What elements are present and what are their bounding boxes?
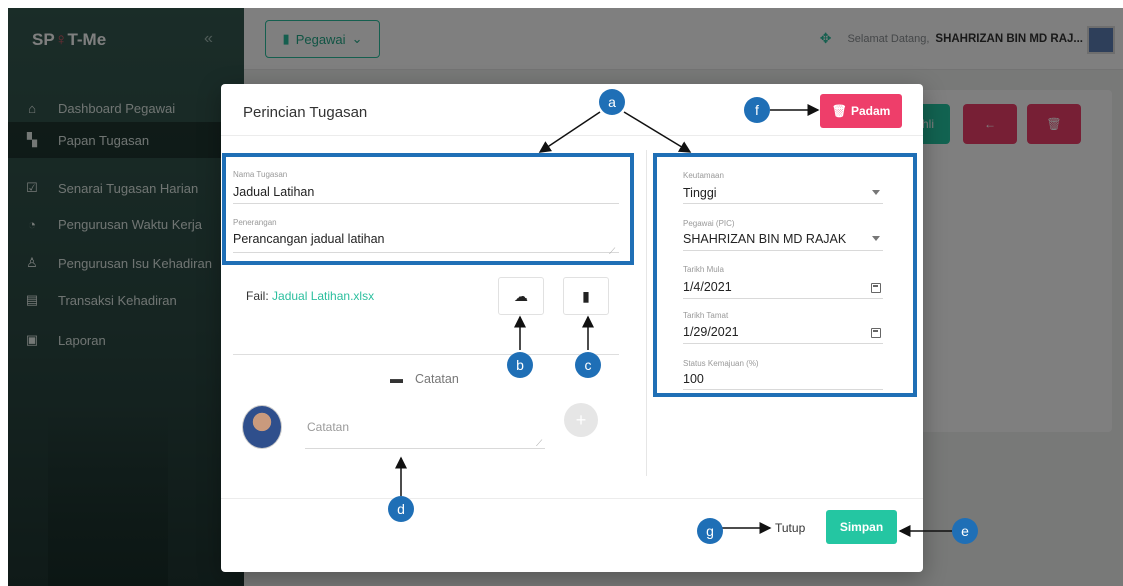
simpan-button[interactable]: Simpan — [826, 510, 897, 544]
footer-divider — [221, 498, 923, 499]
calendar-icon[interactable] — [871, 283, 881, 293]
annotation-marker-b: b — [507, 352, 533, 378]
file-row: Fail: Jadual Latihan.xlsx — [246, 289, 374, 303]
section-divider — [233, 354, 619, 355]
penerangan-label: Penerangan — [233, 218, 277, 227]
annotation-marker-e: e — [952, 518, 978, 544]
header-divider — [221, 135, 923, 136]
modal-title: Perincian Tugasan — [243, 104, 368, 121]
annotation-marker-d: d — [388, 496, 414, 522]
catatan-input[interactable]: Catatan — [307, 420, 349, 434]
padam-label: Padam — [850, 104, 891, 118]
tarikh-tamat-label: Tarikh Tamat — [683, 311, 729, 320]
tutup-button[interactable]: Tutup — [775, 521, 805, 535]
field-underline — [233, 252, 619, 253]
delete-file-button[interactable]: ▮ — [563, 277, 609, 315]
add-note-button[interactable]: + — [564, 403, 598, 437]
file-link[interactable]: Jadual Latihan.xlsx — [272, 289, 374, 303]
field-underline — [683, 343, 883, 344]
calendar-icon[interactable] — [871, 328, 881, 338]
upload-button[interactable]: ☁ — [498, 277, 544, 315]
pegawai-pic-label: Pegawai (PIC) — [683, 219, 735, 228]
field-underline — [233, 203, 619, 204]
cloud-upload-icon: ☁ — [514, 287, 528, 304]
catatan-title: Catatan — [415, 371, 459, 386]
chevron-down-icon[interactable] — [872, 236, 880, 241]
column-divider — [646, 150, 647, 476]
annotation-marker-g: g — [697, 518, 723, 544]
field-underline — [683, 250, 883, 251]
trash-icon: 🗑 — [831, 104, 847, 118]
tarikh-tamat-input[interactable]: 1/29/2021 — [683, 325, 739, 339]
keutamaan-select[interactable]: Tinggi — [683, 186, 717, 200]
annotation-marker-c: c — [575, 352, 601, 378]
tarikh-mula-label: Tarikh Mula — [683, 265, 724, 274]
annotation-marker-a: a — [599, 89, 625, 115]
file-prefix: Fail: — [246, 289, 269, 303]
field-underline — [683, 203, 883, 204]
field-underline — [683, 389, 883, 390]
pegawai-pic-select[interactable]: SHAHRIZAN BIN MD RAJAK — [683, 232, 846, 246]
field-underline — [305, 448, 545, 449]
avatar — [242, 405, 282, 449]
plus-icon: + — [575, 409, 587, 430]
comment-icon: ▬ — [390, 371, 403, 386]
resize-handle-icon[interactable]: ⟋ — [609, 246, 615, 257]
resize-handle-icon[interactable]: ⟋ — [536, 438, 542, 449]
field-underline — [683, 298, 883, 299]
catatan-heading: ▬ Catatan — [390, 371, 459, 386]
tarikh-mula-input[interactable]: 1/4/2021 — [683, 280, 732, 294]
status-kemajuan-label: Status Kemajuan (%) — [683, 359, 759, 368]
chevron-down-icon[interactable] — [872, 190, 880, 195]
padam-button[interactable]: 🗑 Padam — [820, 94, 902, 128]
status-kemajuan-input[interactable]: 100 — [683, 372, 704, 386]
keutamaan-label: Keutamaan — [683, 171, 724, 180]
nama-tugasan-input[interactable]: Jadual Latihan — [233, 185, 314, 199]
penerangan-textarea[interactable]: Perancangan jadual latihan — [233, 232, 385, 246]
annotation-marker-f: f — [744, 97, 770, 123]
trash-icon: ▮ — [582, 287, 590, 304]
nama-tugasan-label: Nama Tugasan — [233, 170, 288, 179]
